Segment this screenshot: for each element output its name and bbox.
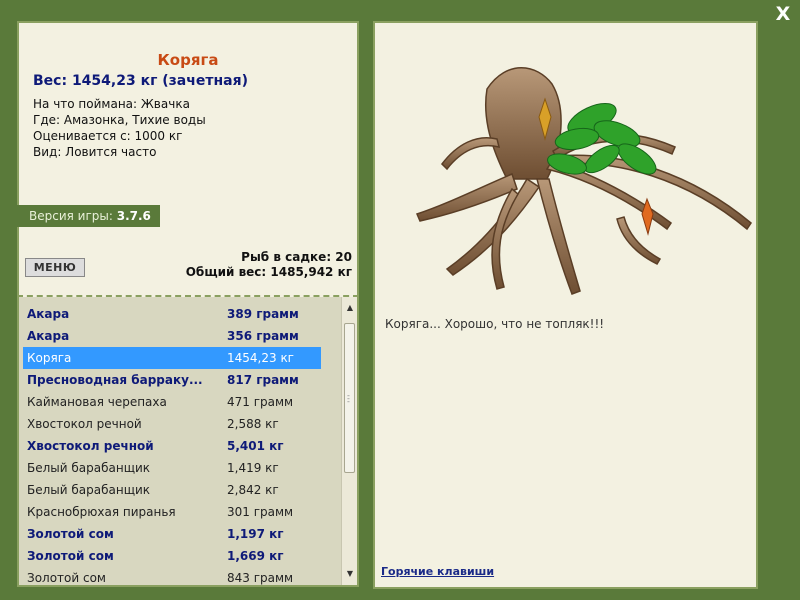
list-item[interactable]: Акара 389 грамм — [23, 303, 321, 325]
list-item[interactable]: Пресноводная барраку... 817 грамм — [23, 369, 321, 391]
list-item[interactable]: Белый барабанщик 2,842 кг — [23, 479, 321, 501]
list-item[interactable]: Белый барабанщик 1,419 кг — [23, 457, 321, 479]
hotkeys-link[interactable]: Горячие клавиши — [381, 565, 494, 578]
list-item-weight: 471 грамм — [227, 395, 294, 409]
scroll-thumb[interactable]: --- — [344, 323, 355, 473]
version-label: Версия игры: — [29, 209, 113, 223]
list-item[interactable]: Хвостокол речной 5,401 кг — [23, 435, 321, 457]
list-item-weight: 1454,23 кг — [227, 351, 294, 365]
catch-list: Акара 389 грамм Акара 356 грамм Коряга 1454,2… — [19, 297, 341, 585]
total-weight: Общий вес: 1485,942 кг — [185, 265, 352, 279]
list-item[interactable]: Золотой сом 843 грамм — [23, 567, 321, 585]
scroll-up-icon[interactable]: ▲ — [345, 303, 355, 312]
list-item-weight: 389 грамм — [227, 307, 299, 321]
keepnet-summary: МЕНЮ Рыб в садке: 20 Общий вес: 1485,942… — [17, 230, 359, 295]
list-item-name: Золотой сом — [27, 571, 106, 585]
item-detail-panel: Коряга Вес: 1454,23 кг (зачетная) На что… — [17, 21, 359, 230]
list-item-weight: 843 грамм — [227, 571, 294, 585]
list-item-weight: 1,419 кг — [227, 461, 279, 475]
list-item-weight: 817 грамм — [227, 373, 299, 387]
fish-count: Рыб в садке: 20 — [241, 250, 352, 264]
list-item-name: Каймановая черепаха — [27, 395, 167, 409]
menu-button[interactable]: МЕНЮ — [25, 258, 85, 277]
list-item[interactable]: Хвостокол речной 2,588 кг — [23, 413, 321, 435]
grip-icon: --- — [347, 391, 350, 406]
item-comment: Коряга... Хорошо, что не топляк!!! — [385, 317, 605, 331]
list-item-weight: 1,669 кг — [227, 549, 284, 563]
list-item[interactable]: Каймановая черепаха 471 грамм — [23, 391, 321, 413]
catch-list-panel: Акара 389 грамм Акара 356 грамм Коряга 1454,2… — [17, 295, 359, 587]
scroll-down-icon[interactable]: ▼ — [345, 569, 355, 578]
item-title: Коряга — [157, 51, 219, 69]
list-item[interactable]: Акара 356 грамм — [23, 325, 321, 347]
list-item-name: Коряга — [27, 351, 72, 365]
item-weight: Вес: 1454,23 кг (зачетная) — [33, 73, 248, 89]
list-item-weight: 301 грамм — [227, 505, 294, 519]
item-bait: На что поймана: Жвачка — [33, 97, 190, 111]
list-item[interactable]: Золотой сом 1,197 кг — [23, 523, 321, 545]
list-item-name: Пресноводная барраку... — [27, 373, 203, 387]
list-item[interactable]: Краснобрюхая пиранья 301 грамм — [23, 501, 321, 523]
list-item[interactable]: Коряга 1454,23 кг — [23, 347, 321, 369]
list-item-name: Золотой сом — [27, 527, 114, 541]
version-badge: Версия игры: 3.7.6 — [17, 205, 160, 227]
list-item-name: Белый барабанщик — [27, 483, 151, 497]
list-item-name: Краснобрюхая пиранья — [27, 505, 176, 519]
item-location: Где: Амазонка, Тихие воды — [33, 113, 206, 127]
item-view-panel: Коряга... Хорошо, что не топляк!!! Горяч… — [373, 21, 758, 589]
list-item-name: Белый барабанщик — [27, 461, 151, 475]
list-item-name: Акара — [27, 329, 70, 343]
list-item-name: Хвостокол речной — [27, 417, 142, 431]
close-button[interactable]: X — [773, 4, 793, 24]
list-item-weight: 2,842 кг — [227, 483, 279, 497]
list-item-weight: 2,588 кг — [227, 417, 279, 431]
list-item[interactable]: Золотой сом 1,669 кг — [23, 545, 321, 567]
item-rated-from: Оценивается с: 1000 кг — [33, 129, 183, 143]
list-item-weight: 1,197 кг — [227, 527, 284, 541]
item-kind: Вид: Ловится часто — [33, 145, 157, 159]
driftwood-image — [415, 67, 752, 295]
list-item-name: Акара — [27, 307, 70, 321]
list-scrollbar[interactable]: ▲ --- ▼ — [341, 297, 357, 585]
list-item-name: Золотой сом — [27, 549, 114, 563]
version-value: 3.7.6 — [116, 209, 151, 223]
list-item-name: Хвостокол речной — [27, 439, 154, 453]
list-item-weight: 356 грамм — [227, 329, 299, 343]
list-item-weight: 5,401 кг — [227, 439, 284, 453]
